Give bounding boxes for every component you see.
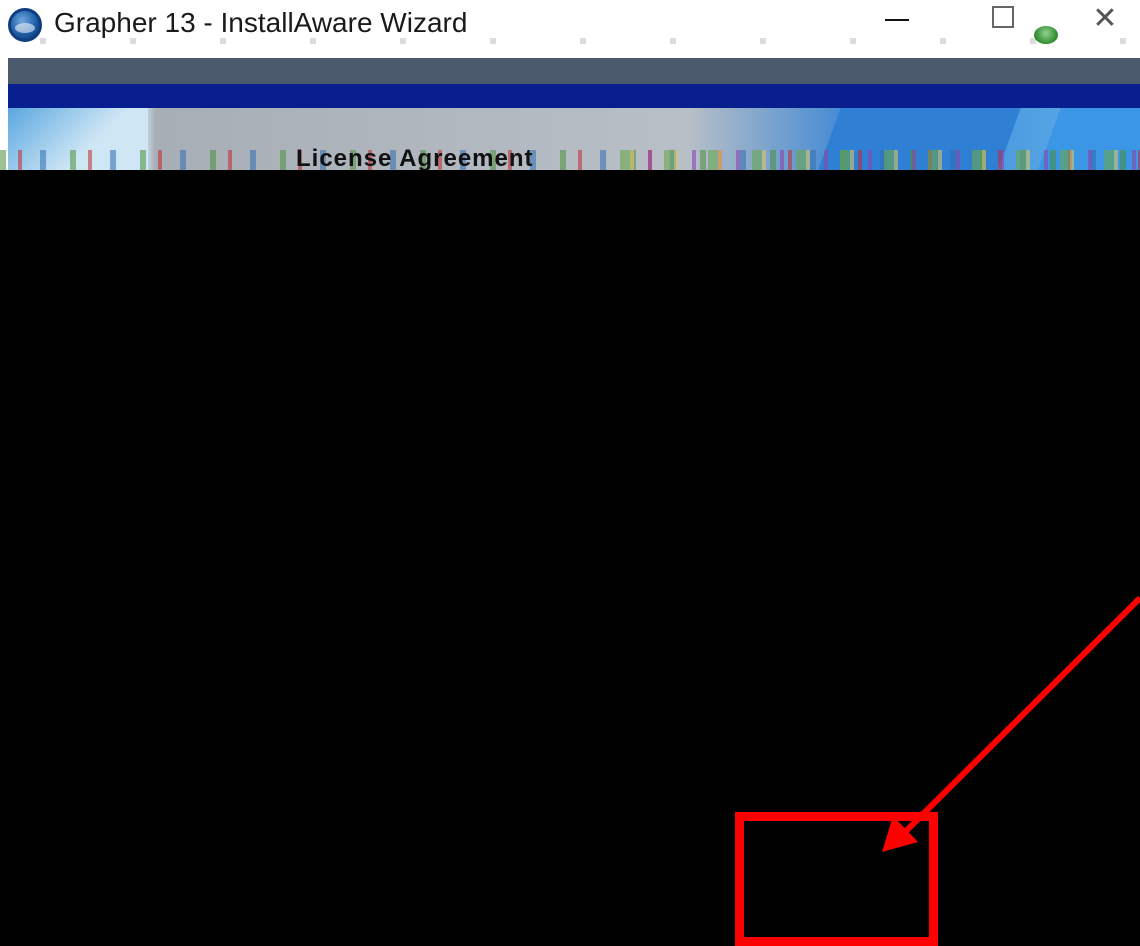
installer-window: Grapher 13 - InstallAware Wizard ✕ Licen… bbox=[0, 0, 1140, 946]
close-icon: ✕ bbox=[1092, 1, 1118, 35]
maximize-button[interactable] bbox=[968, 0, 1038, 50]
header-band-gray bbox=[8, 58, 1140, 84]
window-title: Grapher 13 - InstallAware Wizard bbox=[54, 7, 468, 38]
wizard-body bbox=[8, 170, 1140, 946]
maximize-icon bbox=[992, 6, 1014, 28]
rendering-artifacts bbox=[620, 150, 1140, 170]
title-bar[interactable]: Grapher 13 - InstallAware Wizard ✕ bbox=[0, 0, 1140, 58]
header-band-blue bbox=[8, 84, 1140, 108]
grapher-globe-icon bbox=[8, 8, 42, 42]
minimize-button[interactable] bbox=[862, 0, 932, 50]
close-button[interactable]: ✕ bbox=[1070, 0, 1140, 50]
page-title: License Agreement bbox=[296, 145, 534, 172]
minimize-icon bbox=[885, 19, 909, 21]
